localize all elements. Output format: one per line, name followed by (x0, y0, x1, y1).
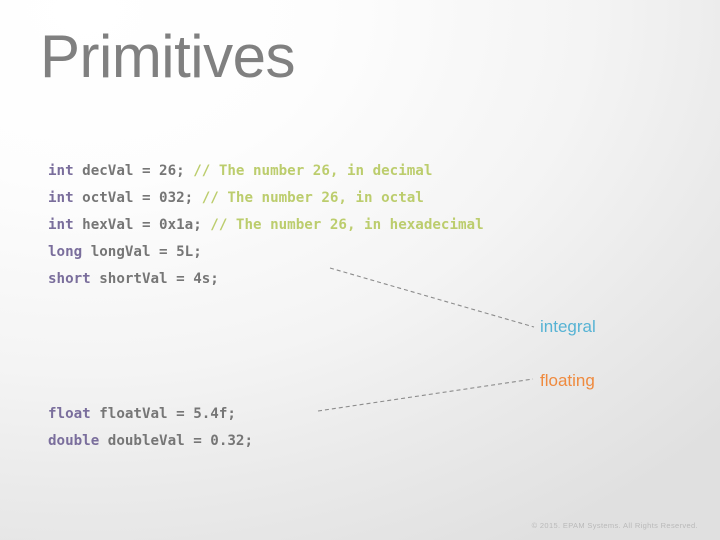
keyword-int-hex: int (48, 217, 74, 233)
code-line-shortval: short shortVal = 4s; (48, 266, 484, 293)
slide-canvas: Primitives int decVal = 26; // The numbe… (0, 0, 720, 540)
keyword-int-oct: int (48, 190, 74, 206)
code-line-decval: int decVal = 26; // The number 26, in de… (48, 158, 484, 185)
keyword-double: double (48, 433, 100, 449)
code-block: int decVal = 26; // The number 26, in de… (48, 158, 484, 455)
annotation-label-integral: integral (540, 317, 596, 336)
code-line-octval: int octVal = 032; // The number 26, in o… (48, 185, 484, 212)
code-body-floatval: floatVal = 5.4f; (90, 406, 236, 422)
comment-decval: // The number 26, in decimal (193, 163, 433, 179)
code-body-shortval: shortVal = 4s; (90, 271, 219, 287)
comment-hexval: // The number 26, in hexadecimal (210, 217, 484, 233)
code-spacer-4 (48, 374, 484, 401)
code-spacer-1 (48, 293, 484, 320)
keyword-short: short (48, 271, 91, 287)
page-title: Primitives (40, 23, 296, 90)
keyword-long: long (48, 244, 83, 260)
code-line-floatval: float floatVal = 5.4f; (48, 401, 484, 428)
annotation-label-floating: floating (540, 371, 595, 390)
code-line-hexval: int hexVal = 0x1a; // The number 26, in … (48, 212, 484, 239)
comment-octval: // The number 26, in octal (201, 190, 424, 206)
code-line-doubleval: double doubleVal = 0.32; (48, 428, 484, 455)
footer-copyright: © 2015. EPAM Systems. All Rights Reserve… (531, 521, 698, 530)
code-body-octval: octVal = 032; (73, 190, 202, 206)
keyword-int-dec: int (48, 163, 74, 179)
code-body-decval: decVal = 26; (73, 163, 194, 179)
code-spacer-2 (48, 320, 484, 347)
keyword-float: float (48, 406, 91, 422)
code-body-longval: longVal = 5L; (82, 244, 202, 260)
code-body-hexval: hexVal = 0x1a; (73, 217, 211, 233)
code-spacer-3 (48, 347, 484, 374)
code-line-longval: long longVal = 5L; (48, 239, 484, 266)
code-body-doubleval: doubleVal = 0.32; (99, 433, 253, 449)
